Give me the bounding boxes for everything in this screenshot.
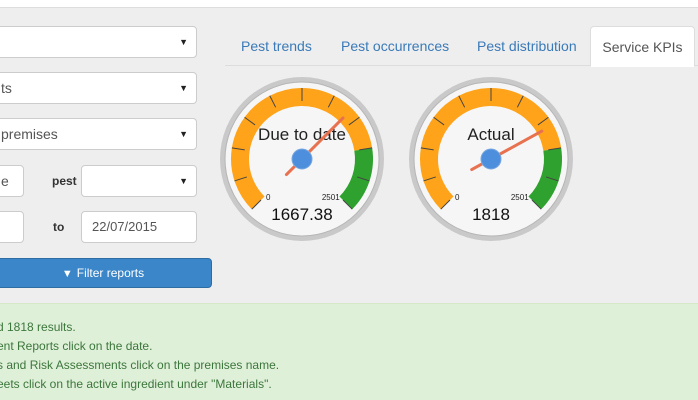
- info-line-reports: ent Reports click on the date.: [0, 339, 153, 353]
- tab-pest-trends[interactable]: Pest trends: [241, 26, 327, 66]
- filter-reports-label: Filter reports: [76, 266, 145, 280]
- info-line-premises: s and Risk Assessments click on the prem…: [0, 358, 280, 372]
- filter-input-1[interactable]: e: [0, 165, 24, 197]
- gauge-due-to-date: Due to date 0 2501 1667.38: [220, 72, 385, 244]
- report-tabs: Pest trends Pest occurrences Pest distri…: [225, 26, 698, 67]
- gauge-hub: [480, 148, 502, 170]
- filter-icon: ▼: [61, 268, 73, 280]
- gauge-max-label: 2501: [322, 193, 340, 202]
- gauge-min-label: 0: [266, 193, 271, 202]
- filter-select-2[interactable]: ts ▼: [0, 72, 197, 104]
- chevron-down-icon: ▼: [179, 83, 188, 93]
- tab-pest-occurrences[interactable]: Pest occurrences: [341, 26, 455, 66]
- top-strip: [0, 0, 698, 8]
- tab-service-kpis[interactable]: Service KPIs: [590, 26, 695, 67]
- results-info-alert: d 1818 results. ent Reports click on the…: [0, 303, 698, 400]
- gauge-actual-dial: Actual 0 25011818: [409, 77, 573, 241]
- premises-select-value: premises: [1, 126, 58, 142]
- filter-input-1-value: e: [1, 173, 9, 189]
- chevron-down-icon: ▼: [179, 37, 188, 47]
- pest-label: pest: [52, 174, 77, 188]
- gauge-due-to-date-dial: Due to date0 25011667.38: [220, 77, 384, 241]
- filter-reports-button[interactable]: ▼ Filter reports: [0, 258, 212, 288]
- pest-select[interactable]: ▼: [81, 165, 197, 197]
- gauge-min-label: 0: [455, 193, 460, 202]
- info-line-materials: eets click on the active ingredient unde…: [0, 377, 272, 391]
- gauge-hub: [291, 148, 313, 170]
- date-from-input[interactable]: [0, 211, 24, 243]
- gauge-value-label: 1818: [472, 205, 510, 224]
- gauge-value-label: 1667.38: [271, 205, 332, 224]
- chevron-down-icon: ▼: [179, 129, 188, 139]
- tab-pest-distribution[interactable]: Pest distribution: [477, 26, 577, 66]
- to-label: to: [53, 220, 65, 234]
- gauge-title: Actual: [467, 125, 514, 144]
- date-to-input[interactable]: 22/07/2015: [81, 211, 197, 243]
- filter-select-2-value: ts: [1, 80, 12, 96]
- chevron-down-icon: ▼: [179, 176, 188, 186]
- date-to-value: 22/07/2015: [92, 219, 158, 234]
- info-line-results: d 1818 results.: [0, 320, 76, 334]
- filter-select-1[interactable]: ▼: [0, 26, 197, 58]
- premises-select[interactable]: premises ▼: [0, 118, 197, 150]
- gauge-actual: Actual 0 2501 1818: [409, 72, 574, 244]
- gauge-max-label: 2501: [511, 193, 529, 202]
